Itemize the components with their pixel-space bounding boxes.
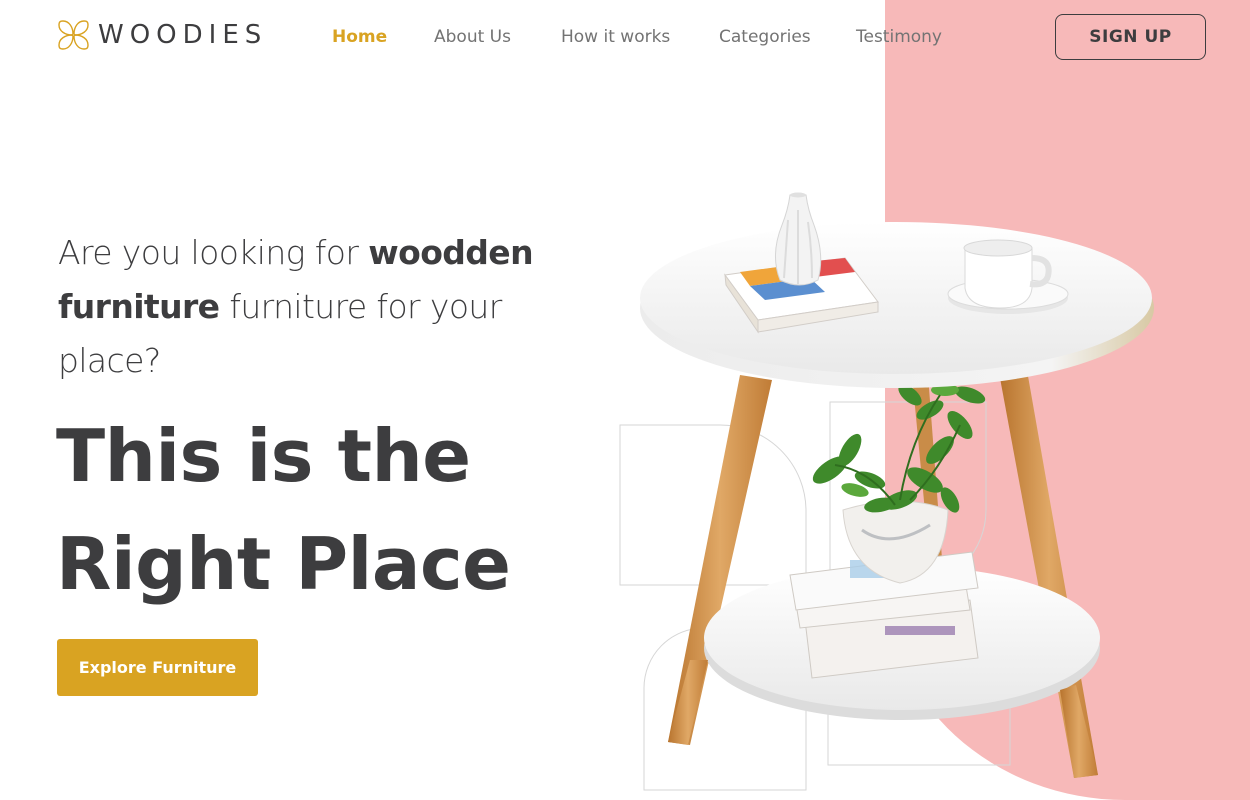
logo-flower-icon (58, 20, 89, 50)
nav-link-categories[interactable]: Categories (719, 26, 811, 48)
hero-title-line2: Right Place (56, 522, 511, 606)
hero-subtitle-part1: Are you looking for (58, 233, 369, 272)
table-top (640, 222, 1152, 374)
brand-name: WOODIES (98, 20, 268, 50)
hero-subtitle-block: Are you looking for woodden furniture fu… (58, 226, 598, 388)
nav-link-testimony[interactable]: Testimony (856, 26, 942, 48)
nav-link-how-it-works[interactable]: How it works (561, 26, 670, 48)
brand-logo[interactable]: WOODIES (56, 18, 267, 52)
nav-link-about-us[interactable]: About Us (434, 26, 511, 48)
hero-title-line1: This is the (56, 414, 471, 498)
side-table-illustration (619, 192, 1154, 791)
navbar: WOODIES Home About Us How it works Categ… (0, 0, 1250, 74)
hero-subtitle: Are you looking for woodden furniture fu… (58, 226, 598, 388)
nav-link-home[interactable]: Home (332, 26, 387, 48)
explore-furniture-button[interactable]: Explore Furniture (57, 639, 258, 696)
vase (775, 192, 822, 286)
plant-leaves (812, 384, 986, 513)
sign-up-button[interactable]: SIGN UP (1055, 14, 1206, 60)
hero-title: This is the Right Place (56, 402, 616, 618)
hero-product-image (600, 180, 1200, 800)
